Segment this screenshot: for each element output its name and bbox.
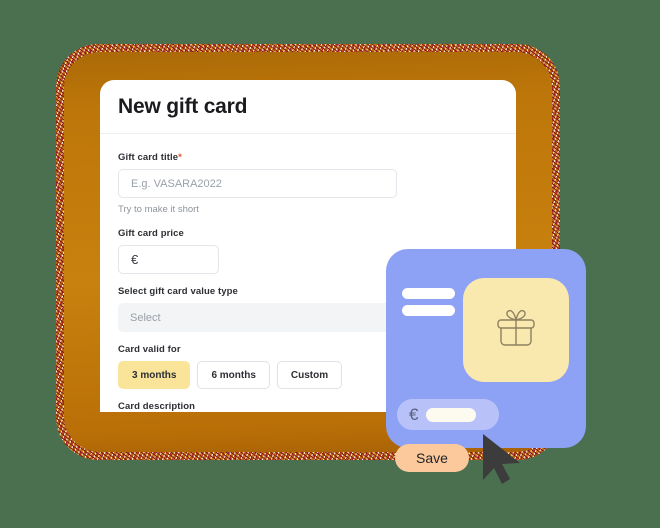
- gift-card-title-label-text: Gift card title: [118, 152, 179, 163]
- gift-card-value-type-placeholder: Select: [130, 311, 161, 324]
- gift-card-title-label: Gift card title*: [118, 152, 498, 163]
- gift-card-title-helper: Try to make it short: [118, 204, 199, 215]
- gift-card-price-label: Gift card price: [118, 228, 184, 239]
- euro-symbol-icon: €: [409, 405, 419, 424]
- valid-for-option-3-months[interactable]: 3 months: [118, 361, 191, 389]
- card-placeholder-line-2: [402, 305, 455, 316]
- valid-for-option-6-months[interactable]: 6 months: [197, 361, 270, 389]
- save-button[interactable]: Save: [395, 444, 469, 472]
- gift-card-preview: €: [386, 249, 586, 448]
- euro-symbol-icon: €: [131, 252, 139, 267]
- mouse-pointer-icon: [483, 434, 520, 484]
- required-asterisk: *: [178, 152, 182, 163]
- gift-card-title-input[interactable]: E.g. VASARA2022: [118, 169, 397, 198]
- panel-header: New gift card: [100, 80, 516, 134]
- card-placeholder-line-1: [402, 288, 455, 299]
- page-title: New gift card: [118, 94, 248, 118]
- valid-for-option-custom[interactable]: Custom: [276, 361, 343, 389]
- gift-card-title-placeholder: E.g. VASARA2022: [131, 177, 222, 190]
- gift-card-amount-pill: €: [397, 399, 499, 430]
- gift-card-price-input[interactable]: €: [118, 245, 219, 274]
- gift-icon-tile: [463, 278, 569, 382]
- amount-placeholder-bar: [426, 407, 477, 422]
- gift-box-icon: [497, 309, 535, 346]
